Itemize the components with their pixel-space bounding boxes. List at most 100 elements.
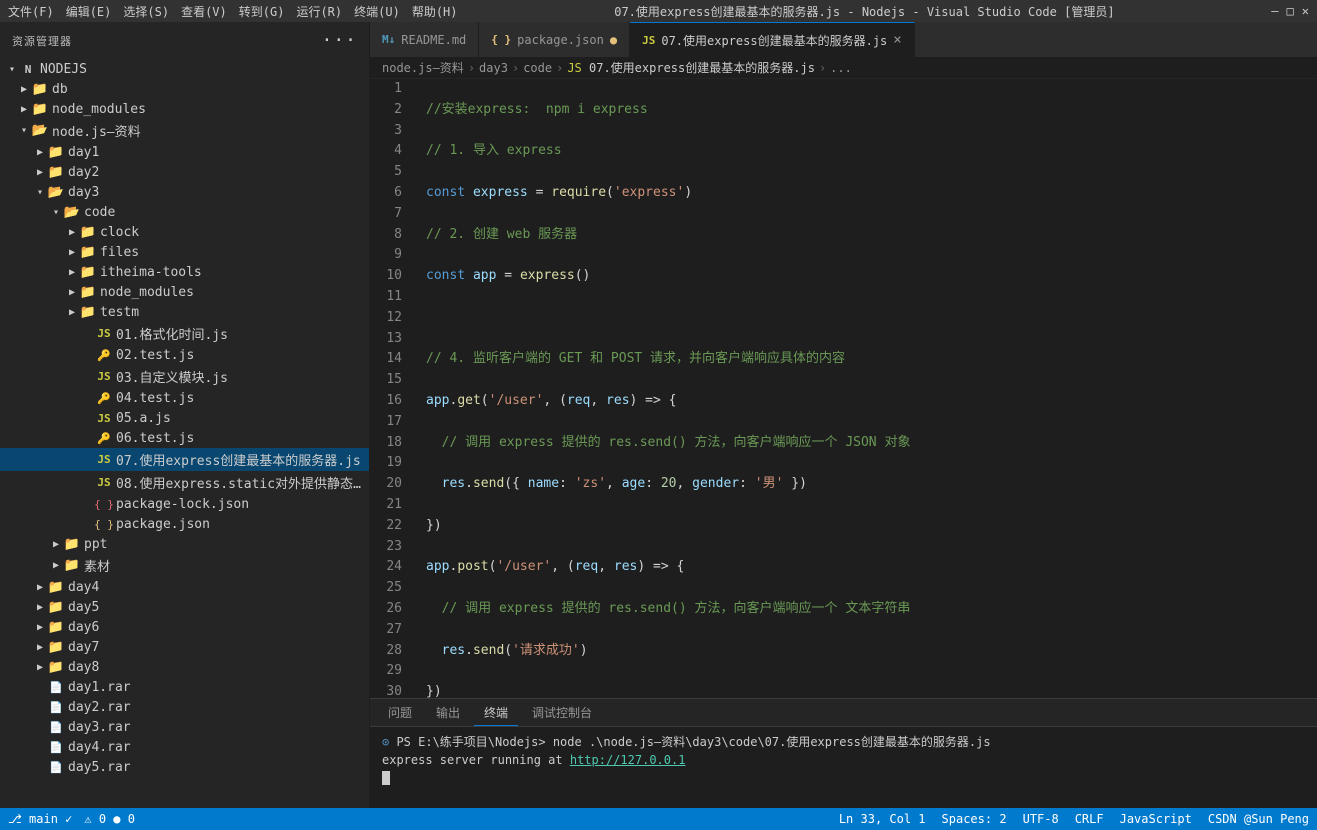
tree-item-day2rar[interactable]: 📄 day2.rar [0,697,369,717]
tab-label-server: 07.使用express创建最基本的服务器.js [661,32,887,49]
menu-run[interactable]: 运行(R) [296,3,342,20]
tree-item-day6[interactable]: ▶ 📁 day6 [0,617,369,637]
terminal-line-1: ⊙ PS E:\练手项目\Nodejs> node .\node.js—资料\d… [382,733,1305,751]
tab-readme[interactable]: M↓ README.md [370,22,479,57]
label-day4: day4 [68,580,99,595]
line-num-22: 22 [378,516,402,537]
tree-root-nodejs[interactable]: ▾ N NODEJS [0,59,369,79]
tree-item-material[interactable]: ▶ 📁 素材 [0,554,369,577]
label-file06: 06.test.js [116,431,194,446]
tree-item-itheima-tools[interactable]: ▶ 📁 itheima-tools [0,262,369,282]
tree-item-testm[interactable]: ▶ 📁 testm [0,302,369,322]
code-editor[interactable]: 1 2 3 4 5 6 7 8 9 10 11 12 13 14 15 16 1… [370,79,1317,698]
tree-item-files[interactable]: ▶ 📁 files [0,242,369,262]
tree-item-file07[interactable]: JS 07.使用express创建最基本的服务器.js [0,448,369,471]
tree-item-day3rar[interactable]: 📄 day3.rar [0,717,369,737]
label-day5rar: day5.rar [68,760,131,775]
statusbar-spaces[interactable]: Spaces: 2 [942,812,1007,826]
panel-tab-debug[interactable]: 调试控制台 [522,700,602,725]
tab-package-json[interactable]: { } package.json ● [479,22,630,57]
tree-item-day3[interactable]: ▾ 📂 day3 [0,182,369,202]
tree-item-day1rar[interactable]: 📄 day1.rar [0,677,369,697]
tree-item-clock[interactable]: ▶ 📁 clock [0,222,369,242]
menu-file[interactable]: 文件(F) [8,3,54,20]
code-line-10: res.send({ name: 'zs', age: 20, gender: … [426,474,1301,495]
statusbar-encoding[interactable]: UTF-8 [1023,812,1059,826]
tree-item-pkg-lock[interactable]: { } package-lock.json [0,494,369,514]
tree-item-nodejs-material[interactable]: ▾ 📂 node.js—资料 [0,119,369,142]
statusbar-eol[interactable]: CRLF [1075,812,1104,826]
tree-item-file03[interactable]: JS 03.自定义模块.js [0,365,369,388]
tree-item-day7[interactable]: ▶ 📁 day7 [0,637,369,657]
label-node-modules-day3: node_modules [100,285,194,300]
tree-item-pkg[interactable]: { } package.json [0,514,369,534]
label-day4rar: day4.rar [68,740,131,755]
breadcrumb-part4: JS 07.使用express创建最基本的服务器.js [567,59,815,76]
statusbar-branch[interactable]: ⎇ main ✓ [8,812,72,826]
label-itheima-tools: itheima-tools [100,265,202,280]
tree-item-ppt[interactable]: ▶ 📁 ppt [0,534,369,554]
panel-tab-problems[interactable]: 问题 [378,700,422,725]
tree-item-file01[interactable]: JS 01.格式化时间.js [0,322,369,345]
label-file08: 08.使用express.static对外提供静态资源.js [116,473,369,492]
tree-item-db[interactable]: ▶ 📁 db [0,79,369,99]
breadcrumb-part3: code [523,61,552,75]
code-line-9: // 调用 express 提供的 res.send() 方法，向客户端响应一个… [426,433,1301,454]
arrow-clock: ▶ [64,227,80,238]
label-file02: 02.test.js [116,348,194,363]
statusbar-errors[interactable]: ⚠ 0 ● 0 [84,812,135,826]
window-controls[interactable]: —□✕ [1271,4,1309,18]
test-icon-file06: 🔑 [96,430,112,446]
tree-item-day5rar[interactable]: 📄 day5.rar [0,757,369,777]
tree-item-node-modules-root[interactable]: ▶ 📁 node_modules [0,99,369,119]
arrow-db: ▶ [16,84,32,95]
sidebar-more-button[interactable]: ··· [321,30,357,51]
tree-item-day4rar[interactable]: 📄 day4.rar [0,737,369,757]
line-num-24: 24 [378,557,402,578]
code-line-14: res.send('请求成功') [426,641,1301,662]
panel-tab-output[interactable]: 输出 [426,700,470,725]
menu-edit[interactable]: 编辑(E) [66,3,112,20]
tab-label-package: package.json [517,33,604,47]
tab-server-js[interactable]: JS 07.使用express创建最基本的服务器.js × [630,22,915,57]
tree-item-node-modules-day3[interactable]: ▶ 📁 node_modules [0,282,369,302]
tree-item-code[interactable]: ▾ 📂 code [0,202,369,222]
line-num-13: 13 [378,329,402,350]
tree-item-day8[interactable]: ▶ 📁 day8 [0,657,369,677]
panel-tab-terminal[interactable]: 终端 [474,700,518,726]
tree-item-file08[interactable]: JS 08.使用express.static对外提供静态资源.js [0,471,369,494]
arrow-ppt: ▶ [48,539,64,550]
rar-icon-day4: 📄 [48,739,64,755]
statusbar-right: Ln 33, Col 1 Spaces: 2 UTF-8 CRLF JavaSc… [839,812,1309,826]
tab-close-server[interactable]: × [893,33,901,47]
menu-help[interactable]: 帮助(H) [412,3,458,20]
menu-terminal[interactable]: 终端(U) [354,3,400,20]
label-db: db [52,82,68,97]
menu-goto[interactable]: 转到(G) [239,3,285,20]
tree-item-file06[interactable]: 🔑 06.test.js [0,428,369,448]
tree-item-day5[interactable]: ▶ 📁 day5 [0,597,369,617]
statusbar-position[interactable]: Ln 33, Col 1 [839,812,926,826]
breadcrumb-sep4: › [819,61,826,75]
tree-item-day2[interactable]: ▶ 📁 day2 [0,162,369,182]
root-icon: N [20,61,36,77]
label-file05: 05.a.js [116,411,171,426]
menu-view[interactable]: 查看(V) [181,3,227,20]
tree-item-file04[interactable]: 🔑 04.test.js [0,388,369,408]
tree-item-file05[interactable]: JS 05.a.js [0,408,369,428]
terminal-link[interactable]: http://127.0.0.1 [570,753,686,767]
menu-select[interactable]: 选择(S) [123,3,169,20]
line-num-4: 4 [378,141,402,162]
code-line-12: app.post('/user', (req, res) => { [426,557,1301,578]
statusbar-language[interactable]: JavaScript [1120,812,1192,826]
tab-bar: M↓ README.md { } package.json ● JS 07.使用… [370,22,1317,57]
arrow-day3: ▾ [32,187,48,198]
tree-item-day1[interactable]: ▶ 📁 day1 [0,142,369,162]
arrow-day7: ▶ [32,642,48,653]
tree-item-day4[interactable]: ▶ 📁 day4 [0,577,369,597]
line-num-9: 9 [378,245,402,266]
label-pkg: package.json [116,517,210,532]
terminal-output-text: express server running at [382,753,570,767]
tree-item-file02[interactable]: 🔑 02.test.js [0,345,369,365]
folder-icon-node-modules-day3: 📁 [80,284,96,300]
